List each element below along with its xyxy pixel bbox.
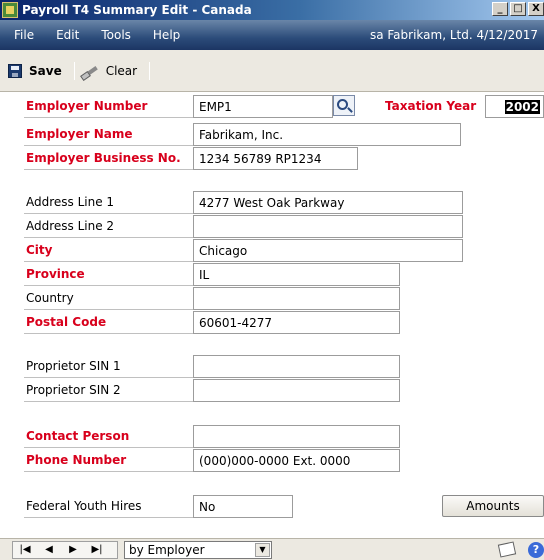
employer-business-no-field[interactable]: 1234 56789 RP1234 xyxy=(193,147,358,170)
menu-file[interactable]: File xyxy=(0,28,45,42)
lookup-icon xyxy=(337,98,348,110)
previous-record-button[interactable]: ◀ xyxy=(37,542,61,558)
federal-youth-hires-label: Federal Youth Hires xyxy=(24,495,194,518)
menu-bar: File Edit Tools Help sa Fabrikam, Ltd. 4… xyxy=(0,20,544,50)
postal-code-field[interactable]: 60601-4277 xyxy=(193,311,400,334)
save-icon xyxy=(8,63,22,78)
menu-help[interactable]: Help xyxy=(142,28,191,42)
sort-by-value: by Employer xyxy=(129,543,205,557)
menu-tools[interactable]: Tools xyxy=(90,28,142,42)
status-bar: |◀ ◀ ▶ ▶| by Employer ▼ ? xyxy=(0,538,544,560)
proprietor-sin-1-label: Proprietor SIN 1 xyxy=(24,355,194,378)
country-label: Country xyxy=(24,287,194,310)
employer-name-field[interactable]: Fabrikam, Inc. xyxy=(193,123,461,146)
postal-code-label: Postal Code xyxy=(24,311,194,334)
city-label: City xyxy=(24,239,194,262)
contact-person-field[interactable] xyxy=(193,425,400,448)
first-record-button[interactable]: |◀ xyxy=(13,542,37,558)
window-controls: _ □ X xyxy=(492,2,544,16)
employer-business-no-label: Employer Business No. xyxy=(24,147,194,170)
taxation-year-value: 2002 xyxy=(504,99,540,114)
proprietor-sin-2-field[interactable] xyxy=(193,379,400,402)
toolbar: Save Clear xyxy=(0,50,544,92)
phone-number-label: Phone Number xyxy=(24,449,194,472)
next-record-button[interactable]: ▶ xyxy=(61,542,85,558)
taxation-year-label: Taxation Year xyxy=(385,99,477,113)
app-icon xyxy=(2,2,18,18)
last-record-button[interactable]: ▶| xyxy=(85,542,109,558)
save-button[interactable]: Save xyxy=(6,62,70,80)
sort-by-select[interactable]: by Employer ▼ xyxy=(124,541,272,559)
address-line-2-label: Address Line 2 xyxy=(24,215,194,238)
employer-number-field[interactable]: EMP1 xyxy=(193,95,333,118)
country-field[interactable] xyxy=(193,287,400,310)
title-bar: Payroll T4 Summary Edit - Canada _ □ X xyxy=(0,0,544,20)
proprietor-sin-2-label: Proprietor SIN 2 xyxy=(24,379,194,402)
save-label: Save xyxy=(29,63,62,78)
city-field[interactable]: Chicago xyxy=(193,239,463,262)
address-line-2-field[interactable] xyxy=(193,215,463,238)
record-navigation: |◀ ◀ ▶ ▶| xyxy=(12,541,118,559)
user-company-date: sa Fabrikam, Ltd. 4/12/2017 xyxy=(369,28,538,42)
clear-label: Clear xyxy=(105,63,138,78)
toolbar-separator xyxy=(149,61,151,80)
clear-button[interactable]: Clear xyxy=(79,62,145,80)
maximize-button[interactable]: □ xyxy=(510,2,526,16)
menu-edit[interactable]: Edit xyxy=(45,28,90,42)
form-area: Employer Number EMP1 Taxation Year 2002 … xyxy=(0,92,544,538)
amounts-button[interactable]: Amounts xyxy=(442,495,544,517)
contact-person-label: Contact Person xyxy=(24,425,194,448)
employer-lookup-button[interactable] xyxy=(333,95,355,116)
eraser-icon xyxy=(81,64,99,78)
province-field[interactable]: IL xyxy=(193,263,400,286)
employer-name-label: Employer Name xyxy=(24,123,194,146)
toolbar-separator xyxy=(73,61,75,80)
phone-number-field[interactable]: (000)000-0000 Ext. 0000 xyxy=(193,449,400,472)
proprietor-sin-1-field[interactable] xyxy=(193,355,400,378)
close-button[interactable]: X xyxy=(528,2,544,16)
help-icon[interactable]: ? xyxy=(528,542,544,558)
employer-number-label: Employer Number xyxy=(24,95,194,118)
chevron-down-icon[interactable]: ▼ xyxy=(255,543,270,557)
taxation-year-field[interactable]: 2002 xyxy=(485,95,544,118)
address-line-1-label: Address Line 1 xyxy=(24,191,194,214)
federal-youth-hires-field[interactable]: No xyxy=(193,495,293,518)
province-label: Province xyxy=(24,263,194,286)
note-icon[interactable] xyxy=(497,541,517,558)
window-title: Payroll T4 Summary Edit - Canada xyxy=(22,3,252,17)
address-line-1-field[interactable]: 4277 West Oak Parkway xyxy=(193,191,463,214)
minimize-button[interactable]: _ xyxy=(492,2,508,16)
